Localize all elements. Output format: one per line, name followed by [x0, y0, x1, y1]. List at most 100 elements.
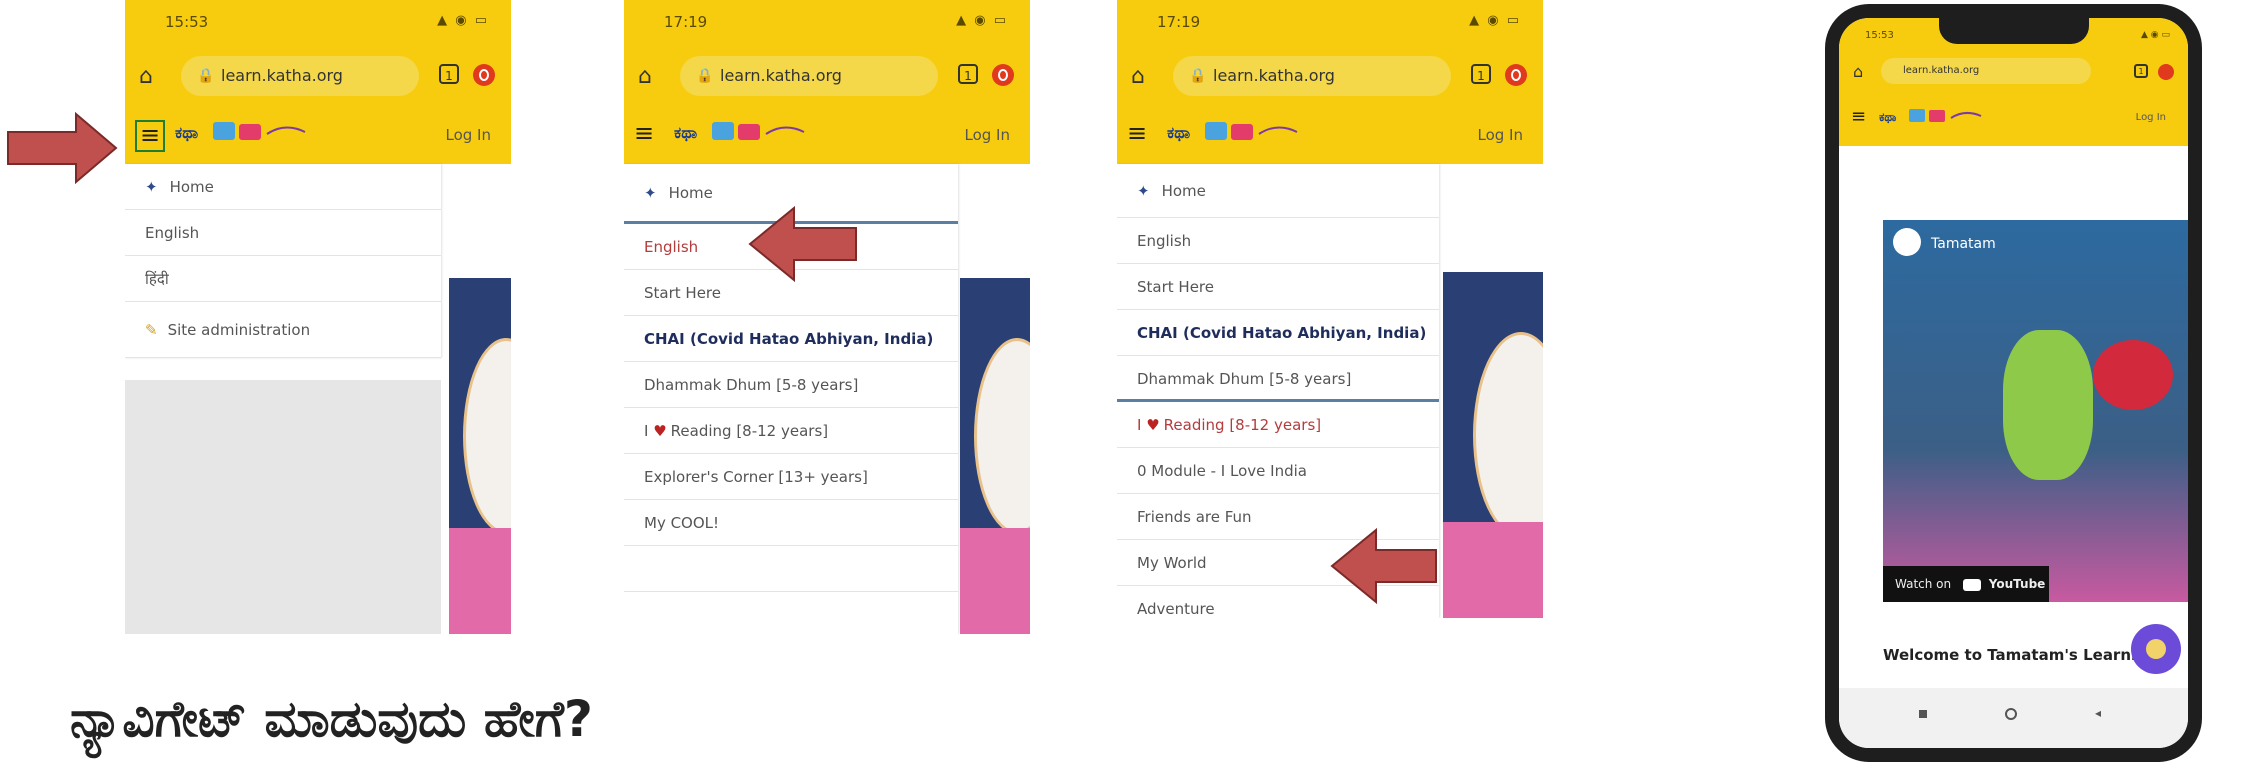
- signal-wifi-battery-icon: ▲ ◉ ▭: [2141, 30, 2170, 40]
- heart-icon: ♥: [653, 422, 667, 440]
- katha-logo: ಕಥಾ: [175, 122, 306, 142]
- home-icon[interactable]: ⌂: [139, 64, 153, 89]
- hamburger-menu-icon[interactable]: ≡: [135, 120, 165, 152]
- address-bar[interactable]: 🔒 learn.katha.org: [181, 56, 419, 96]
- svg-text:ಕಥಾ: ಕಥಾ: [1879, 110, 1896, 124]
- status-bar: 15:53 ▲ ◉ ▭: [125, 0, 511, 48]
- browser-toolbar: ⌂ 🔒 learn.katha.org 1: [1117, 48, 1543, 104]
- lock-icon: 🔒: [1189, 68, 1207, 84]
- pointer-arrow-3: [1330, 528, 1437, 604]
- katha-logo: ಕಥಾ: [674, 122, 805, 142]
- address-bar[interactable]: 🔒 learn.katha.org: [680, 56, 938, 96]
- menu-item-empty: [624, 546, 958, 592]
- katha-logo: ಕಥಾ: [1167, 122, 1298, 142]
- url-text: learn.katha.org: [221, 66, 343, 85]
- lock-icon: 🔒: [696, 68, 714, 84]
- login-link[interactable]: Log In: [446, 126, 492, 144]
- url-text: learn.katha.org: [1213, 66, 1335, 85]
- hamburger-menu-icon[interactable]: ≡: [634, 120, 660, 148]
- chat-icon: [2146, 639, 2166, 659]
- browser-menu-icon[interactable]: [2158, 64, 2174, 80]
- menu-item-chai[interactable]: CHAI (Covid Hatao Abhiyan, India): [1117, 310, 1439, 356]
- menu-item-reading[interactable]: I ♥ Reading [8-12 years]: [624, 408, 958, 454]
- lock-icon: 🔒: [197, 68, 215, 84]
- nav-home-icon[interactable]: [2005, 708, 2017, 720]
- site-header: ≡ ಕಥಾ Log In: [624, 104, 1030, 164]
- tabs-button[interactable]: 1: [439, 64, 459, 84]
- heart-icon: ♥: [1146, 416, 1160, 434]
- browser-menu-icon[interactable]: [473, 64, 495, 86]
- browser-menu-icon[interactable]: [992, 64, 1014, 86]
- katha-logo: ಕಥಾ: [1879, 109, 1982, 124]
- cartoon-artwork: [1443, 272, 1543, 618]
- menu-item-english[interactable]: English: [1117, 218, 1439, 264]
- home-icon[interactable]: ⌂: [1131, 64, 1145, 89]
- home-icon: ✦: [644, 184, 657, 202]
- menu-item-reading[interactable]: I ♥ Reading [8-12 years]: [1117, 402, 1439, 448]
- login-link[interactable]: Log In: [965, 126, 1011, 144]
- screenshot-3: 17:19 ▲ ◉ ▭ ⌂ 🔒 learn.katha.org 1 ≡ ಕಥಾ …: [1117, 0, 1543, 618]
- login-link[interactable]: Log In: [1478, 126, 1524, 144]
- back-icon[interactable]: ◂: [2095, 706, 2101, 720]
- menu-item-dhammak-dhum[interactable]: Dhammak Dhum [5-8 years]: [1117, 356, 1439, 402]
- cartoon-artwork: [960, 278, 1030, 634]
- menu-item-home[interactable]: ✦ Home: [1117, 164, 1439, 218]
- menu-item-site-admin[interactable]: ✎ Site administration: [125, 302, 441, 358]
- menu-item-home[interactable]: ✦ Home: [125, 164, 441, 210]
- camera-notch: [1939, 18, 2089, 44]
- menu-item-chai[interactable]: CHAI (Covid Hatao Abhiyan, India): [624, 316, 958, 362]
- tabs-button[interactable]: 1: [1471, 64, 1491, 84]
- site-header: ≡ ಕಥಾ Log In: [1117, 104, 1543, 164]
- address-bar[interactable]: 🔒 learn.katha.org: [1173, 56, 1451, 96]
- recents-icon[interactable]: [1919, 710, 1927, 718]
- menu-item-explorers-corner[interactable]: Explorer's Corner [13+ years]: [624, 454, 958, 500]
- video-embed[interactable]: Tamatam Watch on YouTube: [1883, 220, 2188, 602]
- wrench-icon: ✎: [145, 321, 158, 339]
- pointer-arrow-2: [748, 206, 857, 282]
- home-icon[interactable]: ⌂: [638, 64, 652, 89]
- browser-menu-icon[interactable]: [1505, 64, 1527, 86]
- browser-toolbar: ⌂ 🔒 learn.katha.org 1: [125, 48, 511, 104]
- menu-item-start-here[interactable]: Start Here: [1117, 264, 1439, 310]
- status-bar: 17:19 ▲ ◉ ▭: [624, 0, 1030, 48]
- site-header: ≡ ಕಥಾ Log In: [125, 104, 511, 164]
- svg-text:ಕಥಾ: ಕಥಾ: [674, 123, 698, 142]
- channel-name: Tamatam: [1931, 236, 1996, 252]
- menu-item-my-cool[interactable]: My COOL!: [624, 500, 958, 546]
- url-text: learn.katha.org: [720, 66, 842, 85]
- android-nav-bar: ◂: [1839, 688, 2188, 748]
- phone-mockup: 15:53 ▲ ◉ ▭ ⌂ learn.katha.org 1 ≡ ಕಥಾ Lo…: [1825, 4, 2202, 762]
- screenshot-2: 17:19 ▲ ◉ ▭ ⌂ 🔒 learn.katha.org 1 ≡ ಕಥಾ …: [624, 0, 1030, 634]
- hamburger-menu-icon[interactable]: ≡: [1127, 120, 1153, 148]
- signal-wifi-battery-icon: ▲ ◉ ▭: [437, 13, 489, 28]
- welcome-text: Welcome to Tamatam's Learnin: [1883, 646, 2147, 664]
- home-icon[interactable]: ⌂: [1853, 62, 1863, 81]
- menu-item-dhammak-dhum[interactable]: Dhammak Dhum [5-8 years]: [624, 362, 958, 408]
- status-time: 15:53: [165, 13, 209, 31]
- nav-drawer: ✦ Home English हिंदी ✎ Site administration: [125, 164, 441, 358]
- watch-on-youtube-button[interactable]: Watch on YouTube: [1883, 566, 2049, 602]
- hamburger-menu-icon[interactable]: ≡: [1851, 106, 1866, 127]
- menu-item-english[interactable]: English: [125, 210, 441, 256]
- signal-wifi-battery-icon: ▲ ◉ ▭: [1469, 13, 1521, 28]
- pointer-arrow-1: [7, 112, 118, 184]
- svg-text:ಕಥಾ: ಕಥಾ: [175, 123, 199, 142]
- status-time: 15:53: [1865, 30, 1894, 41]
- youtube-play-icon: [1962, 578, 1981, 591]
- signal-wifi-battery-icon: ▲ ◉ ▭: [956, 13, 1008, 28]
- login-link[interactable]: Log In: [2136, 112, 2166, 123]
- address-bar[interactable]: learn.katha.org: [1881, 58, 2091, 84]
- svg-text:ಕಥಾ: ಕಥಾ: [1167, 123, 1191, 142]
- screenshot-1: 15:53 ▲ ◉ ▭ ⌂ 🔒 learn.katha.org 1 ≡ ಕಥಾ …: [125, 0, 511, 634]
- cartoon-artwork: [449, 278, 511, 634]
- chat-fab-button[interactable]: [2131, 624, 2181, 674]
- tabs-button[interactable]: 1: [2134, 64, 2148, 78]
- status-time: 17:19: [664, 13, 708, 31]
- phone-screen: 15:53 ▲ ◉ ▭ ⌂ learn.katha.org 1 ≡ ಕಥಾ Lo…: [1839, 18, 2188, 748]
- menu-item-module-i-love-india[interactable]: 0 Module - I Love India: [1117, 448, 1439, 494]
- channel-avatar-icon: [1893, 228, 1921, 256]
- home-icon: ✦: [145, 178, 158, 196]
- tabs-button[interactable]: 1: [958, 64, 978, 84]
- phone-header: 15:53 ▲ ◉ ▭ ⌂ learn.katha.org 1 ≡ ಕಥಾ Lo…: [1839, 18, 2188, 146]
- menu-item-hindi[interactable]: हिंदी: [125, 256, 441, 302]
